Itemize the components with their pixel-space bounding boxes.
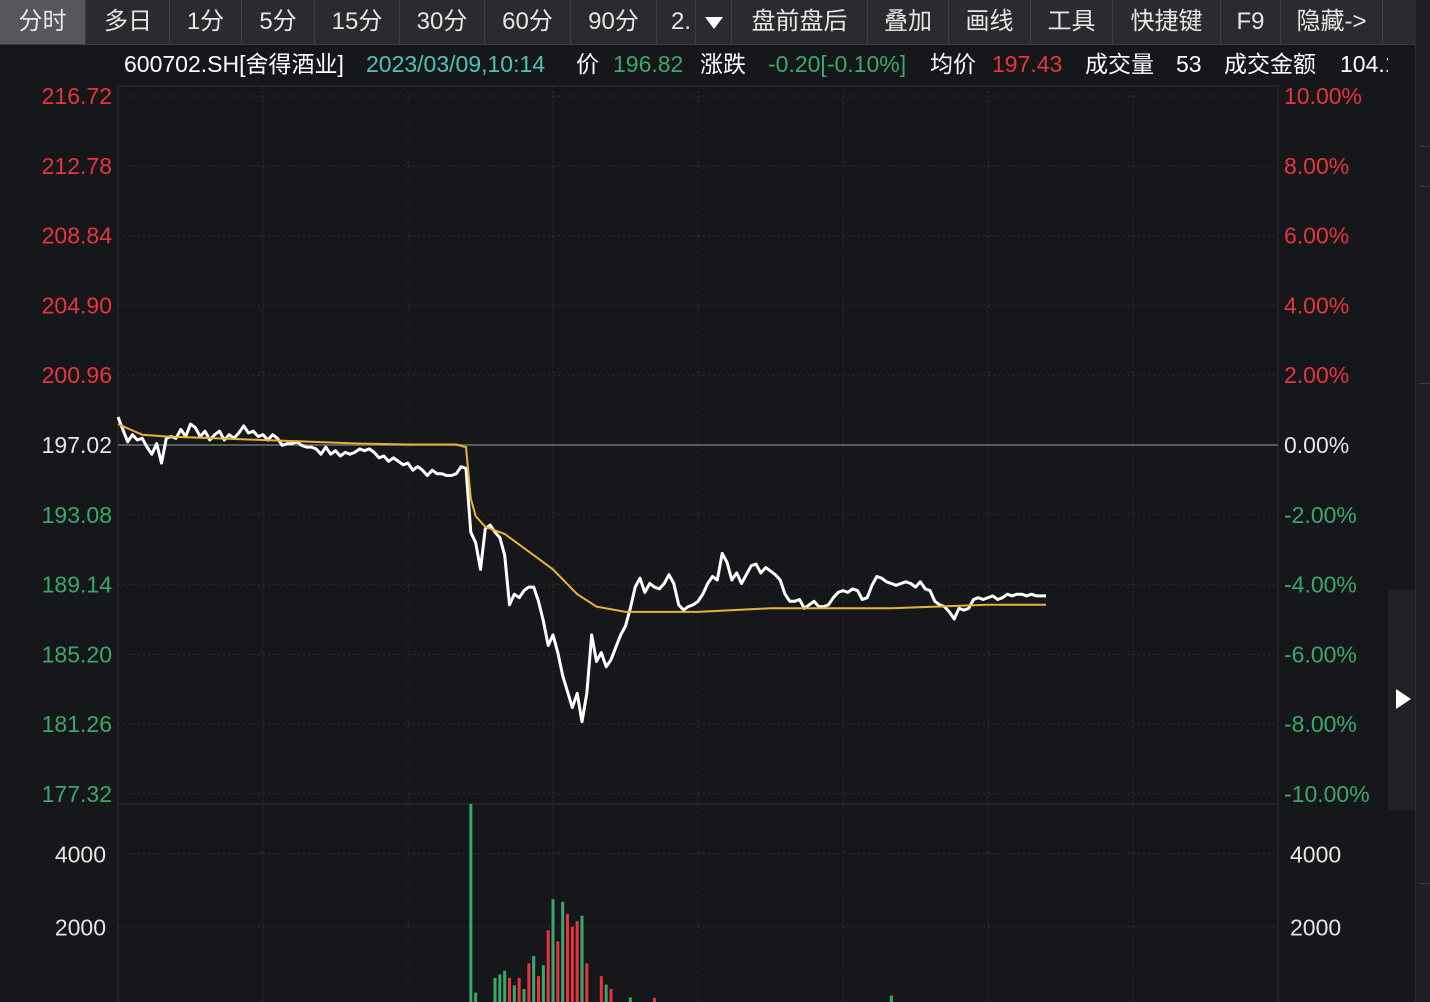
volume-tick-label-right: 4000 [1290, 841, 1341, 867]
volume-bar [517, 978, 521, 1002]
volume-bar [474, 992, 478, 1002]
volume-bar [546, 930, 550, 1002]
price-tick-label: 193.08 [42, 502, 112, 528]
volume-bar [493, 978, 497, 1002]
side-scroll-strip[interactable] [1415, 0, 1430, 1002]
volume-bar [503, 970, 507, 1002]
price-tick-label: 216.72 [42, 83, 112, 109]
volume-bar [599, 976, 603, 1002]
percent-tick-label: -4.00% [1284, 572, 1357, 598]
percent-tick-label: -6.00% [1284, 641, 1357, 667]
volume-tick-label: 4000 [55, 841, 106, 867]
volume-bar [532, 956, 536, 1002]
volume-bar [575, 921, 579, 1002]
volume-bar [556, 941, 560, 1002]
price-tick-label: 181.26 [42, 711, 112, 737]
volume-bar [628, 997, 632, 1002]
price-tick-label: 212.78 [42, 153, 112, 179]
percent-tick-label: 6.00% [1284, 223, 1349, 249]
volume-tick-label: 2000 [55, 915, 106, 941]
price-tick-label: 200.96 [42, 362, 112, 388]
volume-bar [570, 926, 574, 1002]
volume-bar [585, 963, 589, 1002]
volume-bar [566, 913, 569, 1002]
volume-bar [527, 963, 531, 1002]
volume-bar [508, 978, 511, 1002]
volume-bar [889, 995, 893, 1002]
percent-tick-label: 2.00% [1284, 362, 1349, 388]
price-tick-label: 208.84 [42, 223, 113, 249]
volume-bar [653, 997, 656, 1002]
percent-tick-label: -2.00% [1284, 502, 1357, 528]
volume-bar [469, 804, 473, 1002]
volume-bar [580, 915, 584, 1002]
volume-bar [609, 989, 613, 1002]
expand-arrow-icon [1396, 689, 1411, 709]
price-tick-label: 204.90 [42, 292, 112, 318]
volume-bar [541, 965, 545, 1002]
price-tick-label: 197.02 [42, 432, 112, 458]
price-tick-label: 185.20 [42, 641, 112, 667]
chart-panel-bg [6, 86, 1388, 1002]
volume-bar [551, 899, 555, 1002]
volume-tick-label-right: 2000 [1290, 915, 1341, 941]
price-tick-label: 177.32 [42, 781, 112, 807]
expand-panel-button[interactable] [1388, 590, 1415, 810]
volume-bar [498, 974, 502, 1002]
volume-bar [604, 984, 608, 1002]
percent-tick-label: 10.00% [1284, 83, 1362, 109]
volume-bar [537, 976, 540, 1002]
volume-bar [561, 901, 565, 1002]
intraday-chart: 216.72 10.00% 212.78 8.00% 208.84 6.00% 204.90… [6, 83, 1388, 1002]
percent-tick-label: -8.00% [1284, 711, 1357, 737]
volume-bar [512, 985, 516, 1002]
percent-tick-label: 4.00% [1284, 292, 1349, 318]
percent-tick-label: 8.00% [1284, 153, 1349, 179]
price-tick-label: 189.14 [42, 572, 113, 598]
percent-tick-label: 0.00% [1284, 432, 1349, 458]
percent-tick-label: -10.00% [1284, 781, 1370, 807]
volume-bar [522, 989, 526, 1002]
